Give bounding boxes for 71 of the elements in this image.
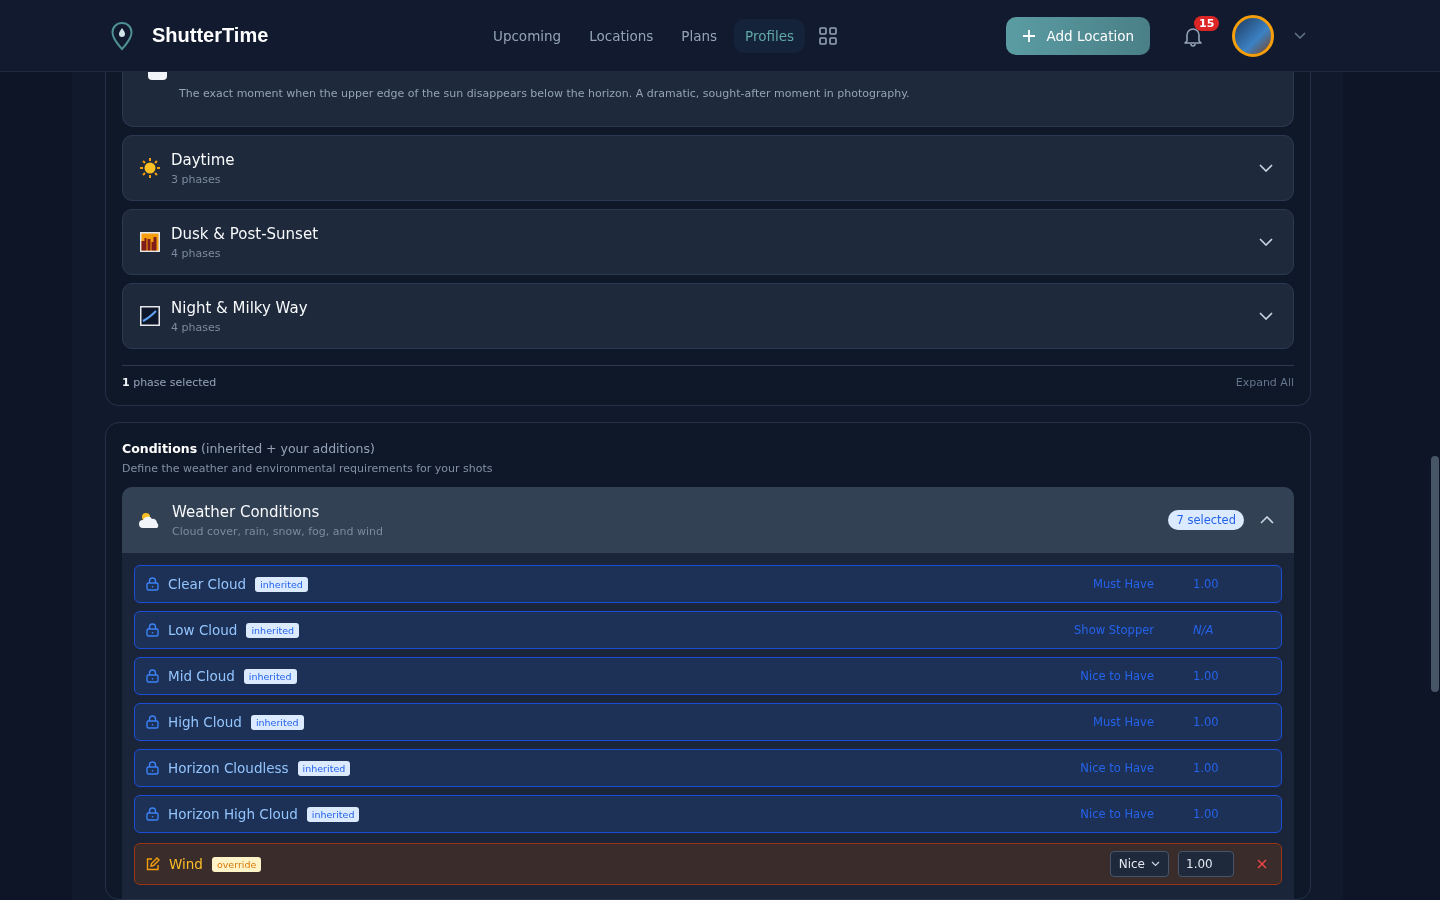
group-title: Dusk & Post-Sunset: [171, 224, 320, 243]
selection-count: 1 phase selected: [122, 376, 217, 389]
condition-name: Horizon Cloudless: [168, 760, 289, 776]
lock-icon: [146, 669, 159, 683]
weight-text: 1.00: [1193, 761, 1220, 775]
avatar[interactable]: [1232, 14, 1274, 57]
group-subtitle: Cloud cover, rain, snow, fog, and wind: [172, 524, 384, 538]
lock-icon: [146, 761, 159, 775]
phase-group[interactable]: Dusk & Post-Sunset 4 phases: [122, 209, 1294, 275]
add-location-button[interactable]: Add Location: [1006, 16, 1150, 55]
weight-text: 1.00: [1193, 669, 1220, 683]
chevron-up-icon[interactable]: [1260, 516, 1274, 524]
notification-badge: 15: [1194, 15, 1220, 31]
phase-group[interactable]: Night & Milky Way 4 phases: [122, 283, 1294, 349]
weight-text: N/A: [1193, 623, 1215, 637]
weight-text: 1.00: [1193, 807, 1220, 821]
inherited-tag: inherited: [250, 714, 304, 730]
selected-count-badge: 7 selected: [1168, 510, 1244, 530]
override-tag: override: [211, 856, 262, 872]
priority-text: Nice to Have: [1080, 807, 1154, 821]
phase-count: 4 phases: [171, 246, 222, 260]
priority-text: Show Stopper: [1074, 623, 1154, 637]
group-title: Daytime: [171, 150, 236, 169]
priority-select[interactable]: Nice: [1109, 851, 1169, 877]
weather-header[interactable]: Weather Conditions Cloud cover, rain, snow, fog, and wind 7 selected: [122, 487, 1294, 553]
nav-link[interactable]: Profiles: [734, 18, 806, 53]
map-pin-icon: [110, 20, 134, 51]
section-subtitle: Define the weather and environmental requirements for your shots: [122, 462, 493, 475]
condition-name: Wind: [169, 856, 203, 872]
remove-icon[interactable]: [1257, 859, 1267, 869]
priority-text: Must Have: [1093, 577, 1154, 591]
phase-description: The exact moment when the upper edge of the sun disappears below the horizon. A dramatic, sought-after moment in photography.: [179, 87, 910, 100]
inherited-tag: inherited: [255, 576, 308, 592]
group-title: Night & Milky Way: [171, 298, 309, 317]
edit-icon: [146, 857, 160, 871]
phase-option[interactable]: The exact moment when the upper edge of the sun disappears below the horizon. A dramatic, sought-after moment in photography.: [122, 72, 1294, 127]
phase-count: 3 phases: [171, 172, 222, 186]
priority-text: Nice to Have: [1080, 761, 1154, 775]
section-title: Conditions (inherited + your additions): [122, 441, 375, 456]
nav-link[interactable]: Plans: [670, 18, 729, 53]
weight-text: 1.00: [1193, 715, 1220, 729]
lock-icon: [146, 807, 159, 821]
weight-input[interactable]: 1.00: [1178, 851, 1234, 877]
inherited-tag: inherited: [243, 668, 297, 684]
sun-icon: [139, 157, 161, 179]
plus-icon: [1022, 28, 1037, 43]
sunset-city-icon: [139, 231, 161, 253]
lock-icon: [146, 715, 159, 729]
lock-icon: [146, 623, 159, 637]
condition-name: Mid Cloud: [168, 668, 235, 684]
nav-link[interactable]: Locations: [578, 18, 665, 53]
condition-name: Low Cloud: [168, 622, 238, 638]
priority-text: Must Have: [1093, 715, 1154, 729]
inherited-tag: inherited: [246, 622, 300, 638]
night-sky-icon: [139, 305, 161, 327]
condition-name: High Cloud: [168, 714, 242, 730]
inherited-tag: inherited: [297, 760, 351, 776]
group-title: Weather Conditions: [172, 502, 321, 521]
inherited-tag: inherited: [306, 806, 360, 822]
nav-link[interactable]: Upcoming: [482, 18, 573, 53]
condition-name: Clear Cloud: [168, 576, 247, 592]
weight-text: 1.00: [1193, 577, 1220, 591]
expand-all-link[interactable]: Expand All: [1235, 376, 1294, 389]
condition-name: Horizon High Cloud: [168, 806, 298, 822]
priority-text: Nice to Have: [1080, 669, 1154, 683]
lock-icon: [146, 577, 159, 591]
brand-name: ShutterTime: [152, 24, 269, 47]
caret-icon: [1151, 861, 1160, 867]
grid-icon[interactable]: [819, 26, 838, 45]
phase-count: 4 phases: [171, 320, 222, 334]
phase-group[interactable]: Daytime 3 phases: [122, 135, 1294, 201]
